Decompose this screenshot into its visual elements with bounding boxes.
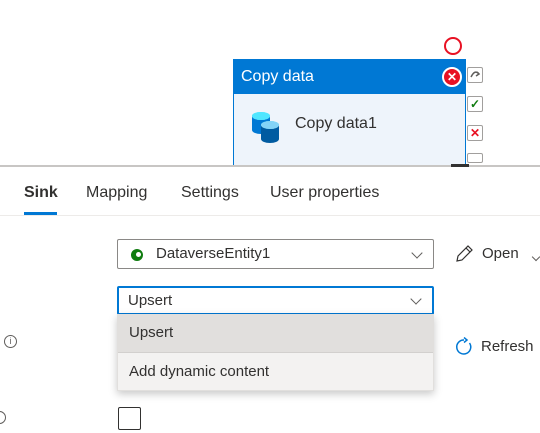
- activity-header: Copy data ✕: [234, 60, 465, 94]
- copy-database-icon: [252, 112, 279, 143]
- tab-settings[interactable]: Settings: [181, 184, 239, 202]
- new-dataset-chevron-icon[interactable]: [531, 252, 540, 262]
- completion-port-icon[interactable]: [467, 153, 483, 163]
- info-icon[interactable]: i: [4, 335, 17, 348]
- write-behavior-value: Upsert: [128, 292, 173, 309]
- info-icon[interactable]: i: [0, 411, 6, 424]
- pencil-icon: [456, 245, 473, 262]
- activity-body: Copy data1: [234, 94, 465, 166]
- refresh-label: Refresh: [481, 338, 534, 355]
- tab-mapping[interactable]: Mapping: [86, 184, 147, 202]
- delete-activity-icon[interactable]: ✕: [442, 67, 462, 87]
- tab-user-properties[interactable]: User properties: [270, 184, 379, 202]
- tab-sink[interactable]: Sink: [24, 184, 58, 202]
- chevron-down-icon: [411, 247, 423, 259]
- write-behavior-select[interactable]: Upsert: [117, 286, 434, 315]
- failure-port-icon[interactable]: ✕: [467, 125, 483, 141]
- activity-type-title: Copy data: [241, 68, 314, 85]
- copy-data-activity[interactable]: Copy data ✕ Copy data1: [233, 59, 466, 166]
- sink-dataset-select[interactable]: DataverseEntity1: [117, 239, 434, 269]
- option-checkbox[interactable]: [118, 407, 141, 430]
- dropdown-option-upsert[interactable]: Upsert: [118, 314, 433, 352]
- activity-name: Copy data1: [295, 115, 377, 132]
- active-tab-indicator: [24, 212, 57, 215]
- pipeline-canvas[interactable]: Copy data ✕ Copy data1 ✓ ✕: [0, 0, 540, 166]
- dropdown-option-add-dynamic-content[interactable]: Add dynamic content: [118, 352, 433, 390]
- open-dataset-label: Open: [482, 245, 519, 262]
- refresh-icon: [456, 337, 472, 355]
- write-behavior-dropdown: Upsert Add dynamic content: [117, 314, 434, 391]
- properties-tabs: Sink Mapping Settings User properties: [0, 167, 540, 216]
- success-port-icon[interactable]: ✓: [467, 96, 483, 112]
- sink-dataset-value: DataverseEntity1: [156, 245, 271, 262]
- validation-error-circle-icon: [444, 37, 462, 55]
- skip-port-icon[interactable]: [467, 67, 483, 83]
- chevron-down-icon: [410, 293, 422, 305]
- dataverse-icon: [131, 249, 143, 261]
